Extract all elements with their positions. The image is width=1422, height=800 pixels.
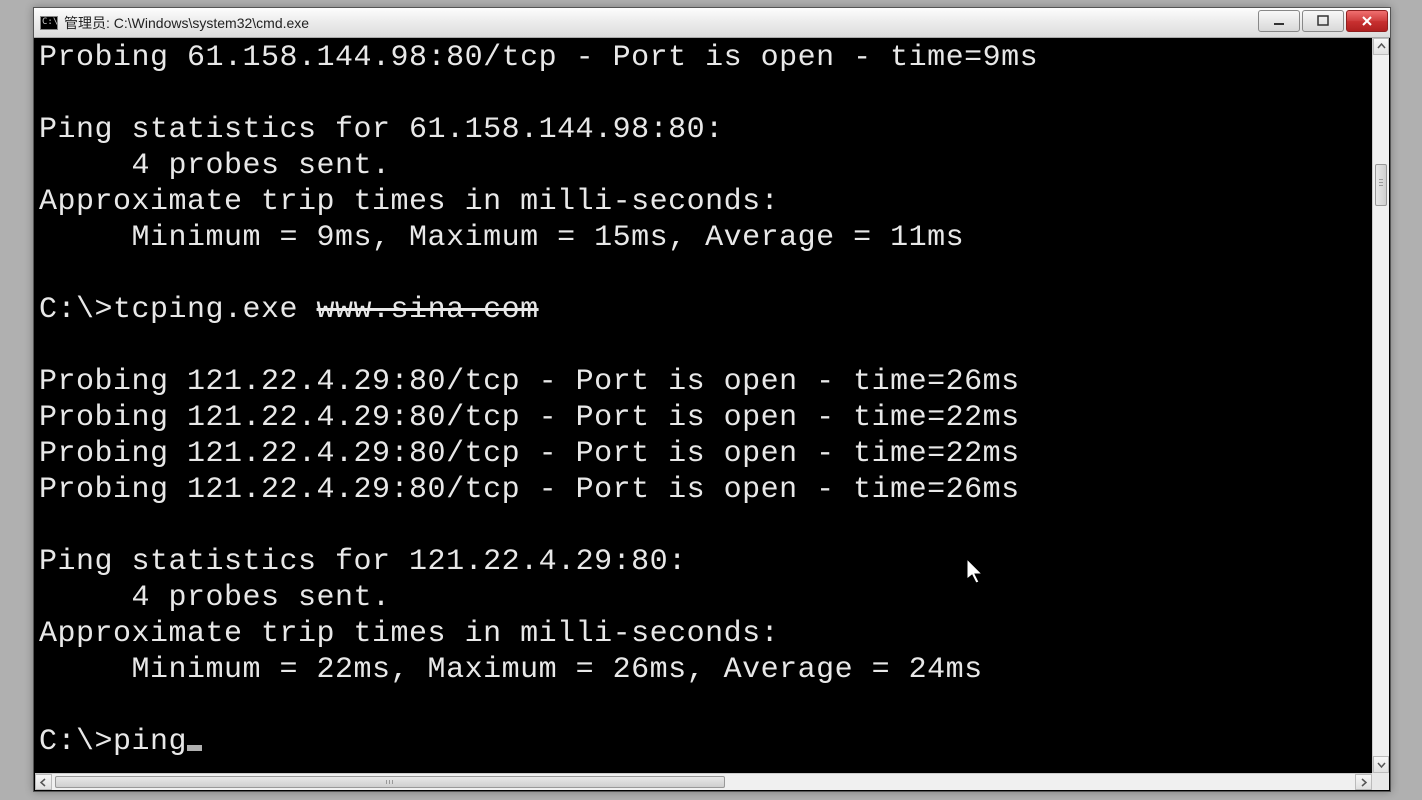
chevron-down-icon: [1377, 760, 1386, 769]
horizontal-scroll-thumb[interactable]: [55, 776, 725, 788]
horizontal-scrollbar[interactable]: [35, 773, 1372, 790]
vertical-scrollbar[interactable]: [1372, 38, 1389, 773]
terminal-line: C:\>tcping.exe www.sina.com: [39, 292, 1368, 328]
terminal-line: Minimum = 9ms, Maximum = 15ms, Average =…: [39, 220, 1368, 256]
window-title: 管理员: C:\Windows\system32\cmd.exe: [64, 13, 309, 33]
minimize-icon: [1273, 15, 1285, 27]
window-controls: [1258, 10, 1388, 32]
scroll-up-arrow[interactable]: [1373, 38, 1389, 55]
scrollbar-corner: [1372, 773, 1389, 790]
scroll-down-arrow[interactable]: [1373, 756, 1389, 773]
terminal-output: Probing 61.158.144.98:80/tcp - Port is o…: [35, 38, 1372, 762]
maximize-icon: [1317, 15, 1329, 27]
terminal-line: [39, 688, 1368, 724]
terminal-line: Probing 121.22.4.29:80/tcp - Port is ope…: [39, 364, 1368, 400]
scroll-right-arrow[interactable]: [1355, 774, 1372, 790]
terminal-line: [39, 256, 1368, 292]
redacted-hostname: www.sina.com: [317, 293, 539, 327]
minimize-button[interactable]: [1258, 10, 1300, 32]
terminal-line: Approximate trip times in milli-seconds:: [39, 616, 1368, 652]
terminal-line: Ping statistics for 121.22.4.29:80:: [39, 544, 1368, 580]
cmd-icon: C:\: [40, 16, 58, 30]
maximize-button[interactable]: [1302, 10, 1344, 32]
terminal-line: Ping statistics for 61.158.144.98:80:: [39, 112, 1368, 148]
terminal-line: [39, 508, 1368, 544]
text-cursor: [187, 745, 202, 751]
chevron-right-icon: [1359, 778, 1368, 787]
terminal-line: Probing 121.22.4.29:80/tcp - Port is ope…: [39, 472, 1368, 508]
terminal-line: 4 probes sent.: [39, 148, 1368, 184]
chevron-up-icon: [1377, 42, 1386, 51]
close-button[interactable]: [1346, 10, 1388, 32]
terminal-line: C:\>ping: [39, 724, 1368, 760]
close-icon: [1361, 15, 1373, 27]
vertical-scroll-thumb[interactable]: [1375, 164, 1387, 206]
terminal-line: Probing 121.22.4.29:80/tcp - Port is ope…: [39, 436, 1368, 472]
terminal-line: 4 probes sent.: [39, 580, 1368, 616]
titlebar[interactable]: C:\ 管理员: C:\Windows\system32\cmd.exe: [34, 8, 1390, 38]
terminal-line: Probing 121.22.4.29:80/tcp - Port is ope…: [39, 400, 1368, 436]
terminal-viewport[interactable]: Probing 61.158.144.98:80/tcp - Port is o…: [35, 38, 1372, 773]
terminal-line: [39, 328, 1368, 364]
terminal-line: Approximate trip times in milli-seconds:: [39, 184, 1368, 220]
terminal-line: Probing 61.158.144.98:80/tcp - Port is o…: [39, 40, 1368, 76]
terminal-line: Minimum = 22ms, Maximum = 26ms, Average …: [39, 652, 1368, 688]
scroll-left-arrow[interactable]: [35, 774, 52, 790]
terminal-line: [39, 76, 1368, 112]
chevron-left-icon: [39, 778, 48, 787]
cmd-window: C:\ 管理员: C:\Windows\system32\cmd.exe Pro…: [33, 7, 1391, 792]
